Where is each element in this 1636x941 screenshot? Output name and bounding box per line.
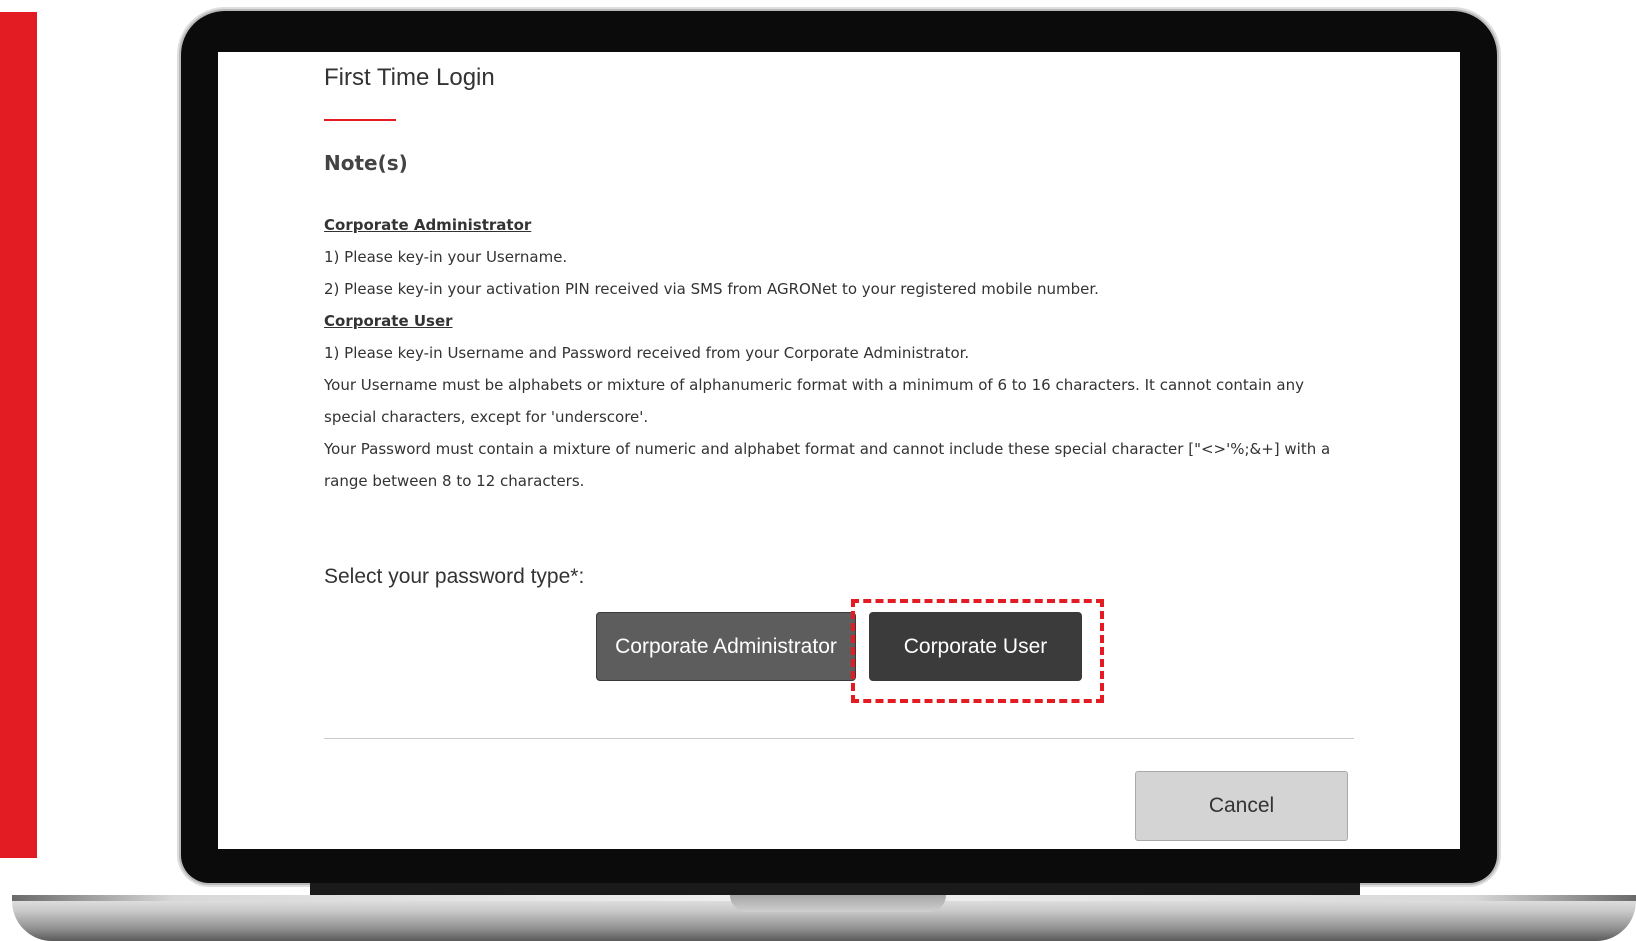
- notes-section: Corporate Administrator 1) Please key-in…: [324, 209, 1354, 497]
- divider: [324, 738, 1354, 739]
- corporate-user-button[interactable]: Corporate User: [869, 612, 1082, 681]
- laptop-lid: First Time Login Note(s) Corporate Admin…: [181, 11, 1497, 883]
- side-accent-bar: [0, 12, 37, 858]
- password-type-label: Select your password type*:: [324, 565, 585, 588]
- user-notes-heading: Corporate User: [324, 312, 453, 330]
- cancel-button[interactable]: Cancel: [1135, 771, 1348, 841]
- laptop-lid-lip: [310, 883, 1360, 895]
- page-title: First Time Login: [324, 64, 495, 91]
- admin-note-item: 1) Please key-in your Username.: [324, 248, 568, 266]
- notes-heading: Note(s): [324, 151, 408, 175]
- title-underline: [324, 119, 396, 121]
- laptop-screen: First Time Login Note(s) Corporate Admin…: [218, 52, 1460, 849]
- user-note-item: 1) Please key-in Username and Password r…: [324, 344, 970, 362]
- laptop-hinge-notch: [730, 895, 946, 912]
- corporate-administrator-button[interactable]: Corporate Administrator: [596, 612, 856, 681]
- admin-note-item: 2) Please key-in your activation PIN rec…: [324, 280, 1099, 298]
- user-note-item: Your Password must contain a mixture of …: [324, 440, 1331, 490]
- user-note-item: Your Username must be alphabets or mixtu…: [324, 376, 1305, 426]
- admin-notes-heading: Corporate Administrator: [324, 216, 532, 234]
